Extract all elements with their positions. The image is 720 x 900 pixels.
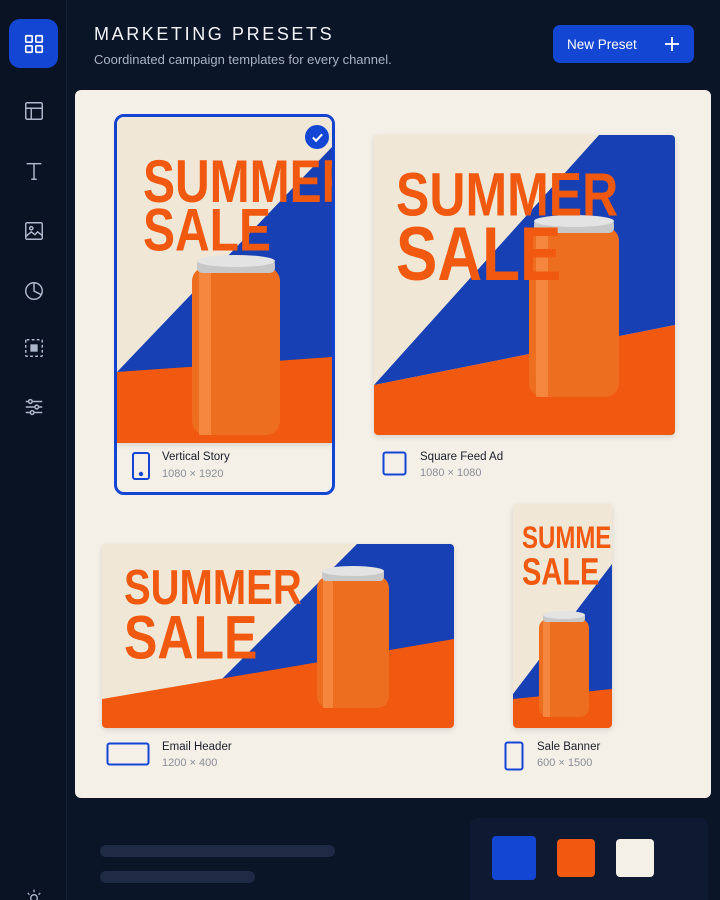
color-palette-panel [470, 818, 708, 900]
nav-text-button[interactable] [9, 146, 58, 195]
swatch-cream[interactable] [616, 839, 654, 877]
image-icon [24, 221, 43, 240]
loading-placeholder-bar [100, 871, 255, 883]
new-preset-button[interactable]: New Preset [553, 25, 694, 63]
preset-dimensions: 1200 × 400 [162, 757, 218, 769]
preset-name: Square Feed Ad [420, 451, 504, 463]
text-icon [26, 162, 41, 180]
preset-dimensions: 1080 × 1080 [420, 467, 482, 479]
preset-card-square-feed-ad[interactable]: SUMMER SALE Square Feed Ad 1080 × 1080 [373, 134, 677, 484]
preset-card-vertical-story[interactable]: SUMMER SALE Vertical Story 1080 × 1920 [114, 114, 335, 495]
sidebar [0, 0, 67, 900]
nav-image-button[interactable] [9, 206, 58, 255]
preset-name: Sale Banner [537, 741, 601, 753]
preset-thumbnail: SUMMER SALE [513, 504, 612, 728]
artwork-headline-line1: SUMMER [522, 520, 612, 555]
preset-dimensions: 1080 × 1920 [162, 468, 224, 480]
preset-card-email-header[interactable]: SUMMER SALE Email Header 1200 × 400 [101, 543, 457, 773]
summer-sale-artwork: SUMMER SALE [374, 135, 675, 435]
preset-name: Email Header [162, 741, 232, 753]
nav-adjust-button[interactable] [9, 382, 58, 431]
nav-chart-button[interactable] [9, 266, 58, 315]
preset-thumbnail: SUMMER SALE [102, 544, 454, 728]
artwork-headline-line2: SALE [124, 604, 257, 672]
loading-placeholder-bar [100, 845, 335, 857]
summer-sale-artwork: SUMMER SALE [513, 504, 612, 728]
summer-sale-artwork: SUMMER SALE [102, 544, 454, 728]
preset-gallery: SUMMER SALE Vertical Story 1080 × 1920 [75, 90, 711, 798]
layout-icon [24, 101, 43, 120]
preset-card-sale-banner[interactable]: SUMMER SALE Sale Banner 600 × 1500 [503, 501, 633, 773]
artwork-headline-line2: SALE [396, 211, 561, 296]
square-icon [382, 451, 407, 476]
preset-name: Vertical Story [162, 451, 230, 463]
sun-icon[interactable] [24, 888, 44, 900]
summer-sale-artwork: SUMMER SALE [117, 117, 332, 443]
plus-icon [665, 37, 679, 51]
select-frame-icon [24, 338, 43, 357]
artwork-headline-line2: SALE [143, 197, 271, 264]
soda-can [539, 611, 589, 717]
page-subtitle: Coordinated campaign templates for every… [94, 52, 392, 67]
page-title: MARKETING PRESETS [94, 24, 335, 44]
pie-chart-icon [24, 281, 43, 300]
preset-thumbnail: SUMMER SALE [374, 135, 675, 435]
sliders-icon [25, 398, 42, 415]
grid-icon [24, 34, 43, 53]
new-preset-label: New Preset [567, 36, 637, 52]
soda-can [317, 566, 389, 708]
preset-dimensions: 600 × 1500 [537, 757, 593, 769]
nav-layout-button[interactable] [9, 86, 58, 135]
preset-thumbnail: SUMMER SALE [117, 117, 332, 443]
nav-grid-button[interactable] [9, 19, 58, 68]
nav-select-button[interactable] [9, 323, 58, 372]
selected-check-icon [305, 125, 329, 149]
phone-icon [131, 452, 151, 480]
wide-rectangle-icon [106, 742, 150, 766]
artwork-headline-line2: SALE [522, 552, 599, 593]
tall-rectangle-icon [504, 741, 524, 771]
swatch-blue[interactable] [492, 836, 536, 880]
swatch-orange[interactable] [557, 839, 595, 877]
soda-can [192, 255, 280, 435]
